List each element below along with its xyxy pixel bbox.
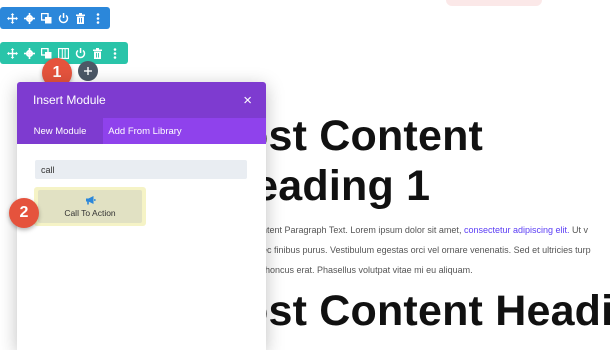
- module-highlight: Call To Action: [34, 187, 146, 226]
- duplicate-icon[interactable]: [38, 7, 55, 29]
- paragraph-line-3: t rhoncus erat. Phasellus volutpat vitae…: [257, 265, 473, 275]
- gear-icon[interactable]: [21, 7, 38, 29]
- more-icon[interactable]: [89, 7, 106, 29]
- top-accent: [446, 0, 542, 6]
- section-toolbar: [0, 7, 110, 29]
- paragraph-text: Ut v: [569, 225, 589, 235]
- move-icon[interactable]: [4, 42, 21, 64]
- post-heading-line-2: leading 1: [242, 162, 431, 210]
- step-badge-2: 2: [9, 198, 39, 228]
- tab-new-module[interactable]: New Module: [17, 118, 103, 144]
- tab-add-from-library[interactable]: Add From Library: [103, 118, 187, 144]
- paragraph-line-2: nec finibus purus. Vestibulum egestas or…: [257, 245, 591, 255]
- module-call-to-action[interactable]: Call To Action: [38, 190, 142, 223]
- paragraph-text: ontent Paragraph Text. Lorem ipsum dolor…: [257, 225, 464, 235]
- module-search-input[interactable]: [35, 160, 247, 179]
- add-module-button[interactable]: [78, 61, 98, 81]
- move-icon[interactable]: [4, 7, 21, 29]
- modal-header: Insert Module ×: [17, 82, 266, 118]
- modal-body: Call To Action: [17, 144, 266, 350]
- power-icon[interactable]: [55, 7, 72, 29]
- modal-tabs: New Module Add From Library: [17, 118, 266, 144]
- paragraph-line-1: ontent Paragraph Text. Lorem ipsum dolor…: [257, 225, 588, 235]
- modal-title: Insert Module: [33, 93, 106, 107]
- insert-module-modal: Insert Module × New Module Add From Libr…: [17, 82, 266, 350]
- module-label: Call To Action: [64, 208, 116, 218]
- paragraph-link[interactable]: consectetur adipiscing elit.: [464, 225, 570, 235]
- trash-icon[interactable]: [72, 7, 89, 29]
- post-heading-2: ost Content Headin: [242, 287, 610, 335]
- plus-icon: [84, 67, 92, 75]
- gear-icon[interactable]: [21, 42, 38, 64]
- close-icon[interactable]: ×: [243, 93, 252, 108]
- more-icon[interactable]: [106, 42, 123, 64]
- megaphone-icon: [85, 196, 95, 205]
- post-heading-line-1: ost Content: [242, 112, 484, 160]
